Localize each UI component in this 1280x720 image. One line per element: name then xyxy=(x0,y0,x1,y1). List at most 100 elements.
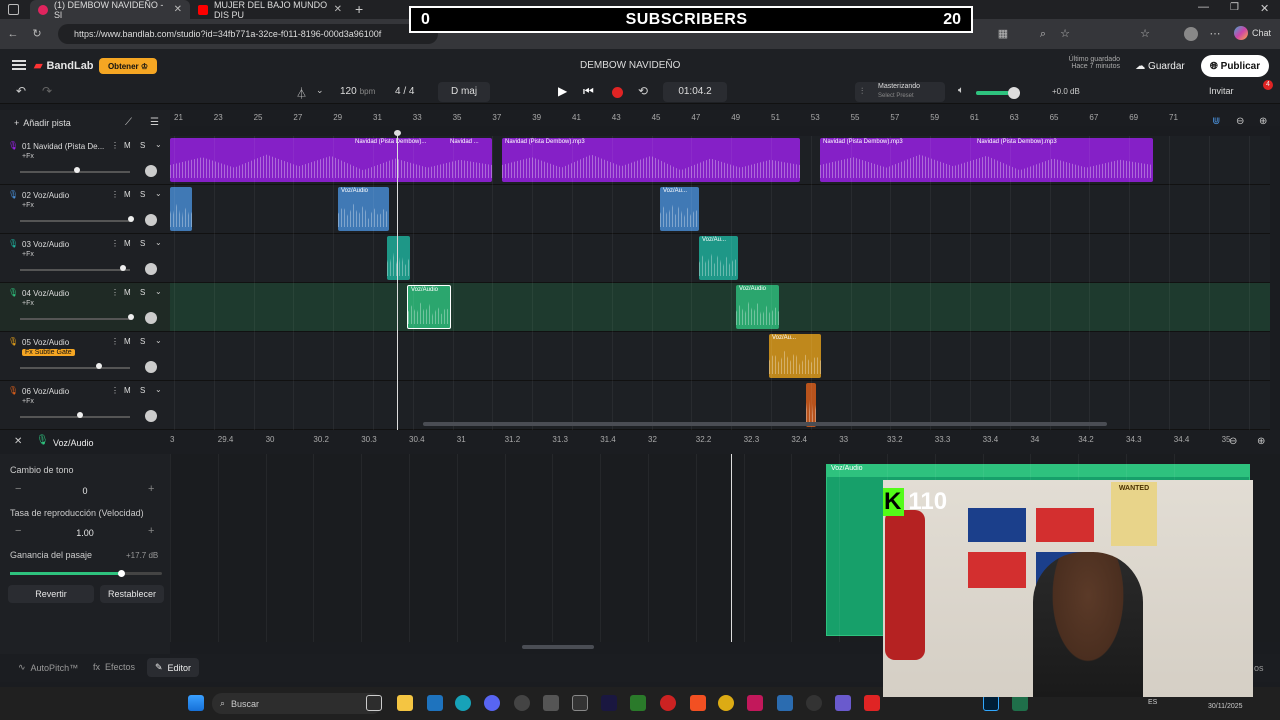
add-track-button[interactable]: + Añadir pista xyxy=(14,118,71,128)
app-icon[interactable] xyxy=(777,695,793,711)
app-icon[interactable] xyxy=(1012,695,1028,711)
more-icon[interactable]: ⋮ xyxy=(111,288,119,297)
close-icon[interactable]: ✕ xyxy=(334,4,342,15)
editor-scrollbar[interactable] xyxy=(522,645,594,649)
fx-button[interactable]: +Fx xyxy=(22,202,34,209)
audio-clip[interactable]: Voz/Au... xyxy=(660,187,699,231)
track-lanes[interactable]: Navidad (Pista Dembow)... Navidad ... Navi… xyxy=(170,136,1270,430)
track-lane[interactable]: Voz/Au... xyxy=(170,332,1270,381)
master-volume-slider[interactable] xyxy=(976,87,1020,99)
solo-button[interactable]: S xyxy=(140,288,145,297)
app-icon[interactable] xyxy=(543,695,559,711)
more-icon[interactable]: ⋮ xyxy=(111,141,119,150)
pan-dial[interactable] xyxy=(145,263,157,275)
pitch-stepper[interactable]: − 0 + xyxy=(10,483,160,499)
premiere-icon[interactable] xyxy=(601,695,617,711)
audio-clip[interactable]: Voz/Au... xyxy=(769,334,821,378)
skip-back-icon[interactable]: ⏮ xyxy=(583,84,594,99)
extensions-icon[interactable]: ▦ xyxy=(996,27,1010,41)
pan-dial[interactable] xyxy=(145,312,157,324)
close-editor-icon[interactable]: ✕ xyxy=(14,436,22,447)
solo-button[interactable]: S xyxy=(140,337,145,346)
playhead-marker[interactable] xyxy=(394,130,401,136)
chevron-down-icon[interactable]: ⌄ xyxy=(155,238,162,247)
settings-icon[interactable]: ☰ xyxy=(150,117,159,128)
solo-button[interactable]: S xyxy=(140,386,145,395)
volume-slider[interactable] xyxy=(20,269,130,271)
gain-slider[interactable] xyxy=(10,570,162,577)
pan-dial[interactable] xyxy=(145,165,157,177)
audio-clip[interactable] xyxy=(387,236,410,280)
minimize-icon[interactable]: — xyxy=(1198,1,1209,13)
redo-icon[interactable]: ↷ xyxy=(42,84,52,98)
volume-slider[interactable] xyxy=(20,220,130,222)
tab-effects[interactable]: fx Efectos xyxy=(93,662,135,672)
editor-playhead[interactable] xyxy=(731,454,732,642)
mute-button[interactable]: M xyxy=(124,190,131,199)
menu-icon[interactable] xyxy=(12,60,26,70)
mute-button[interactable]: M xyxy=(124,337,131,346)
fx-button[interactable]: +Fx xyxy=(22,300,34,307)
record-icon[interactable] xyxy=(612,87,623,98)
project-title[interactable]: DEMBOW NAVIDEÑO xyxy=(580,60,680,71)
app-icon[interactable] xyxy=(630,695,646,711)
fx-button[interactable]: +Fx xyxy=(22,398,34,405)
track-name[interactable]: 02 Voz/Audio xyxy=(22,191,69,200)
back-icon[interactable]: ← xyxy=(6,27,20,41)
bandlab-logo[interactable]: ▰ BandLab xyxy=(34,59,94,73)
new-tab-button[interactable]: + xyxy=(355,1,363,17)
app-icon[interactable] xyxy=(835,695,851,711)
more-icon[interactable]: ⋮ xyxy=(111,190,119,199)
track-name[interactable]: 01 Navidad (Pista De... xyxy=(22,142,104,151)
volume-knob[interactable] xyxy=(128,216,134,222)
volume-slider[interactable] xyxy=(20,416,130,418)
app-icon[interactable] xyxy=(514,695,530,711)
save-button[interactable]: ☁ Guardar xyxy=(1126,56,1194,76)
loop-icon[interactable]: ⟲ xyxy=(638,84,648,98)
timeline-ruler[interactable]: 21 23 25 27 29 31 33 35 37 39 41 43 45 47 49 51 53 55 57 59… xyxy=(170,110,1280,126)
track-header[interactable]: 🎙︎ 02 Voz/Audio +Fx ⋮ M S ⌄ xyxy=(0,185,170,234)
app-icon[interactable] xyxy=(660,695,676,711)
discord-icon[interactable] xyxy=(484,695,500,711)
publish-button[interactable]: 🌐︎ Publicar xyxy=(1201,55,1269,77)
photoshop-icon[interactable] xyxy=(983,695,999,711)
reset-button[interactable]: Restablecer xyxy=(100,585,164,603)
profile-icon[interactable] xyxy=(1184,27,1198,41)
play-icon[interactable]: ▶ xyxy=(558,84,567,98)
track-name[interactable]: 04 Voz/Audio xyxy=(22,289,69,298)
track-name[interactable]: 05 Voz/Audio xyxy=(22,338,69,347)
mute-button[interactable]: M xyxy=(124,239,131,248)
app-icon[interactable] xyxy=(806,695,822,711)
file-explorer-icon[interactable] xyxy=(397,695,413,711)
invite-button[interactable]: Invitar xyxy=(1209,86,1234,96)
solo-button[interactable]: S xyxy=(140,141,145,150)
tab-youtube[interactable]: MUJER DEL BAJO MUNDO DIS PU ✕ xyxy=(190,0,350,20)
mastering-control[interactable]: ⫶ Masterizando Select Preset xyxy=(855,82,945,102)
windows-start-icon[interactable] xyxy=(188,695,204,711)
task-view-icon[interactable] xyxy=(366,695,382,711)
chevron-down-icon[interactable]: ⌄ xyxy=(155,385,162,394)
volume-slider[interactable] xyxy=(20,318,130,320)
pan-dial[interactable] xyxy=(145,361,157,373)
tiktok-icon[interactable] xyxy=(747,695,763,711)
collections-icon[interactable]: ☆ xyxy=(1138,27,1152,41)
zoom-icon[interactable]: ⌕ xyxy=(1036,27,1050,41)
chrome-icon[interactable] xyxy=(718,695,734,711)
more-icon[interactable]: ⋮ xyxy=(111,239,119,248)
edge-icon[interactable] xyxy=(455,695,471,711)
track-name[interactable]: 03 Voz/Audio xyxy=(22,240,69,249)
mute-button[interactable]: M xyxy=(124,288,131,297)
track-name[interactable]: 06 Voz/Audio xyxy=(22,387,69,396)
editor-zoom-out-icon[interactable]: ⊖ xyxy=(1229,436,1237,447)
app-icon[interactable] xyxy=(427,695,443,711)
track-lane[interactable]: Voz/Audio Voz/Audio xyxy=(170,283,1270,332)
horizontal-scrollbar[interactable] xyxy=(423,422,1107,426)
track-header[interactable]: 🎙︎ 05 Voz/Audio Fx Subtle Gate ⋮ M S ⌄ xyxy=(0,332,170,381)
close-icon[interactable]: ✕ xyxy=(174,4,182,15)
volume-slider[interactable] xyxy=(20,367,130,369)
chevron-down-icon[interactable]: ⌄ xyxy=(155,140,162,149)
chevron-down-icon[interactable]: ⌄ xyxy=(155,189,162,198)
audio-clip[interactable]: Voz/Audio xyxy=(736,285,779,329)
track-lane[interactable]: Voz/Audio Voz/Au... xyxy=(170,185,1270,234)
app-icon[interactable] xyxy=(572,695,588,711)
